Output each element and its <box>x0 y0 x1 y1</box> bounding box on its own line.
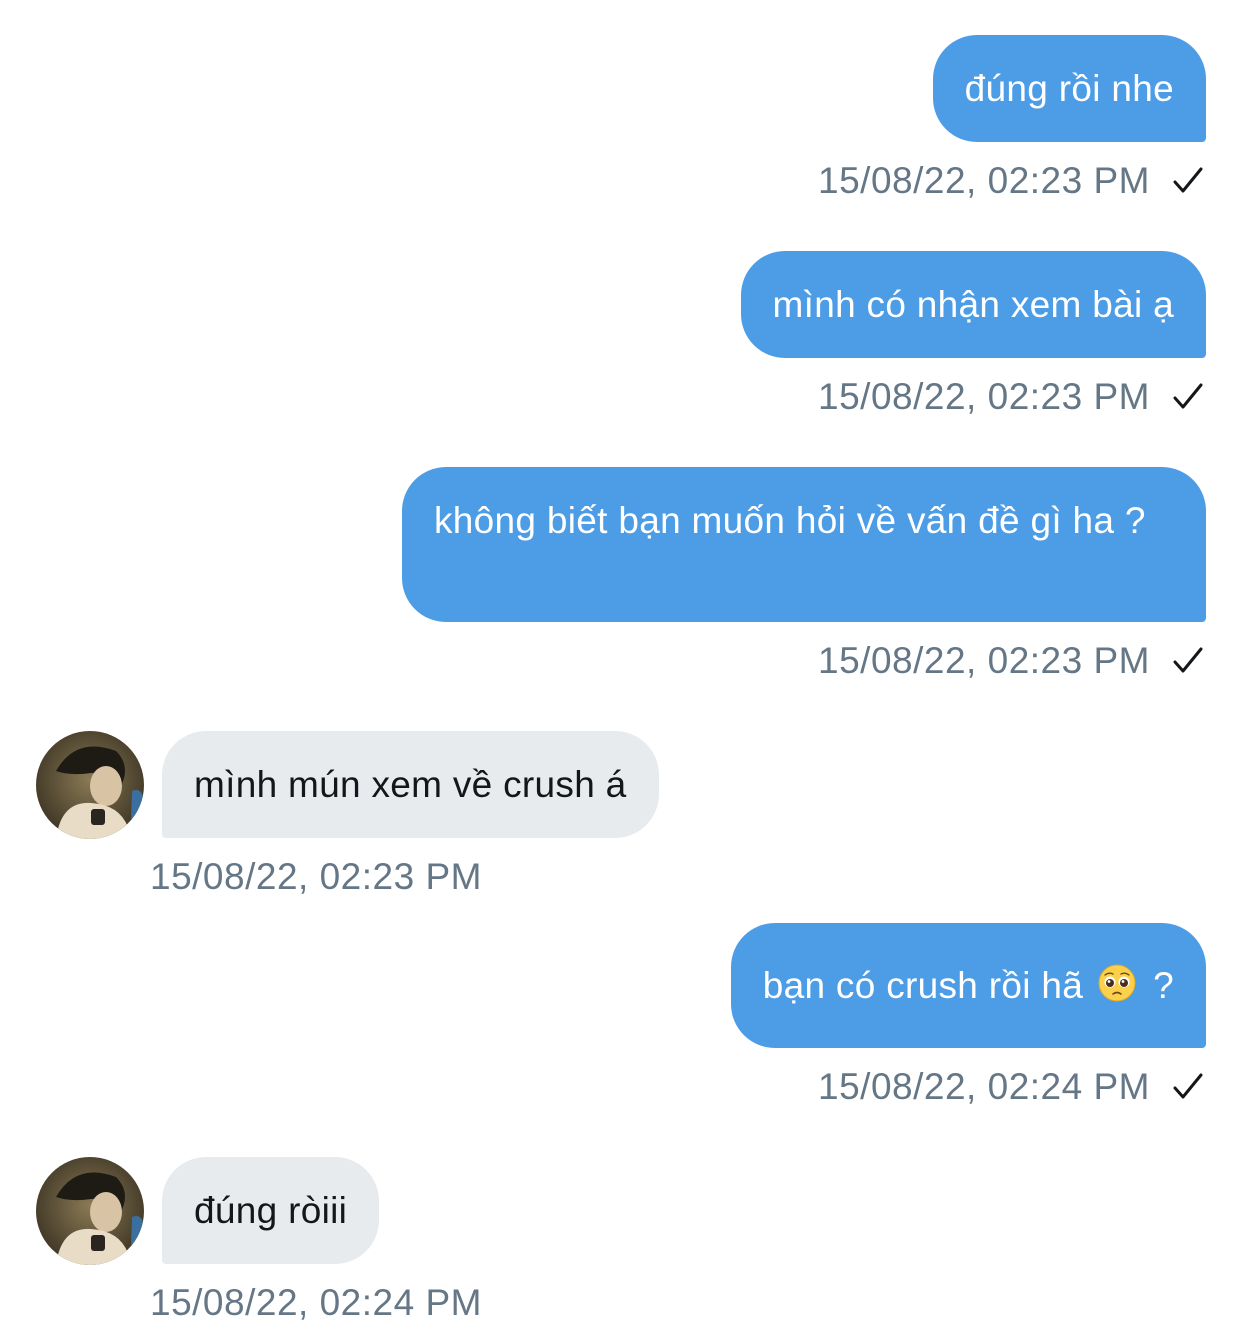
avatar-image <box>36 731 144 839</box>
message-timestamp: 15/08/22, 02:23 PM <box>818 160 1150 201</box>
incoming-message-bubble[interactable]: mình mún xem về crush á <box>162 731 659 838</box>
message-text: không biết bạn muốn hỏi về vấn đề gì ha … <box>434 500 1146 541</box>
outgoing-message-bubble[interactable]: mình có nhận xem bài ạ <box>740 251 1206 358</box>
outgoing-message-bubble[interactable]: bạn có crush rồi hã ? <box>730 923 1206 1048</box>
message-timestamp: 15/08/22, 02:24 PM <box>818 1066 1150 1107</box>
avatar[interactable] <box>36 731 144 839</box>
message-text: đúng ròiii <box>194 1189 348 1231</box>
message-timestamp: 15/08/22, 02:24 PM <box>150 1282 482 1323</box>
message-text: mình có nhận xem bài ạ <box>772 283 1174 325</box>
message-timestamp: 15/08/22, 02:23 PM <box>818 376 1150 417</box>
sent-check-icon <box>1173 1073 1203 1099</box>
pleading-face-emoji-icon <box>1098 964 1136 1001</box>
outgoing-message-bubble[interactable]: đúng rồi nhe <box>932 35 1206 142</box>
message-timestamp: 15/08/22, 02:23 PM <box>818 640 1150 681</box>
message-text: bạn có crush rồi hã <box>762 964 1084 1006</box>
message-text: mình mún xem về crush á <box>194 763 627 805</box>
outgoing-message-bubble[interactable]: không biết bạn muốn hỏi về vấn đề gì ha … <box>402 467 1206 622</box>
sent-check-icon <box>1173 647 1203 673</box>
incoming-message-bubble[interactable]: đúng ròiii <box>162 1157 380 1264</box>
message-timestamp: 15/08/22, 02:23 PM <box>150 856 482 897</box>
avatar-image <box>36 1157 144 1265</box>
sent-check-icon <box>1173 383 1203 409</box>
avatar[interactable] <box>36 1157 144 1265</box>
message-text: đúng rồi nhe <box>964 67 1174 109</box>
sent-check-icon <box>1173 167 1203 193</box>
message-text-suffix: ? <box>1153 964 1174 1006</box>
